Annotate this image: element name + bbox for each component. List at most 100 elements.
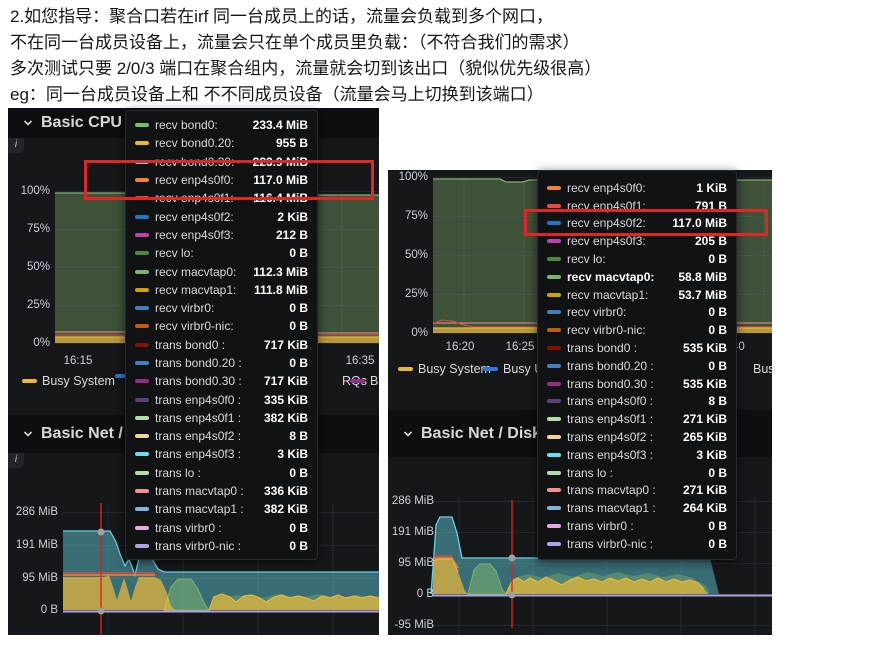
series-value: 0 B (708, 358, 727, 373)
series-name: trans virbr0 : (567, 519, 634, 534)
series-value: 0 B (708, 305, 727, 320)
series-value: 382 KiB (263, 410, 308, 425)
series-value: 212 B (275, 227, 308, 242)
legend-item[interactable]: Busy System (22, 374, 115, 388)
series-name: trans bond0.20 : (567, 358, 654, 373)
series-value: 3 KiB (696, 447, 727, 462)
series-color-dash (135, 123, 149, 128)
series-value: 271 KiB (682, 483, 727, 498)
series-name: recv macvtap1: (567, 287, 649, 302)
legend-label: Busy System (418, 362, 491, 376)
series-value: 0 B (708, 323, 727, 338)
tooltip-row: trans macvtap0 : 271 KiB (547, 482, 727, 500)
series-value: 0 B (289, 246, 308, 261)
series-value: 717 KiB (263, 374, 308, 389)
series-value: 53.7 MiB (678, 287, 727, 302)
series-value: 112.3 MiB (253, 264, 308, 279)
series-value: 8 B (708, 394, 727, 409)
legend-color-dash (483, 367, 498, 371)
legend-item[interactable]: Bus (350, 374, 379, 388)
tooltip-row: recv macvtap0: 112.3 MiB (135, 262, 308, 280)
tooltip-row: trans bond0.20 : 0 B (135, 354, 308, 372)
series-value: 0 B (289, 319, 308, 334)
series-name: trans virbr0-nic : (155, 538, 242, 553)
series-color-dash (547, 506, 561, 511)
x-tick: 16:35 (345, 355, 375, 367)
series-name: trans virbr0-nic : (567, 536, 654, 551)
series-value: 335 KiB (263, 392, 308, 407)
y-tick: 286 MiB (15, 506, 58, 518)
series-color-dash (547, 435, 561, 440)
series-name: trans enp4s0f3 : (155, 447, 242, 462)
series-name: trans macvtap0 : (155, 484, 244, 499)
series-name: recv enp4s0f0: (567, 180, 646, 195)
legend-color-dash (22, 379, 37, 383)
y-tick: 0 B (416, 588, 434, 600)
series-name: trans enp4s0f1 : (155, 410, 242, 425)
series-name: trans enp4s0f0 : (567, 394, 654, 409)
tooltip-row: trans macvtap0 : 336 KiB (135, 482, 308, 500)
series-value: 0 B (708, 252, 727, 267)
series-color-dash (547, 381, 561, 386)
series-value: 58.8 MiB (678, 269, 727, 284)
series-color-dash (135, 287, 149, 292)
tooltip-row: trans enp4s0f3 : 3 KiB (547, 446, 727, 464)
series-name: recv virbr0: (567, 305, 627, 320)
series-color-dash (135, 214, 149, 219)
legend-label: Bus (370, 374, 379, 388)
series-name: trans enp4s0f2 : (567, 430, 654, 445)
series-name: trans enp4s0f0 : (155, 392, 242, 407)
series-name: trans bond0.30 : (567, 376, 654, 391)
series-color-dash (135, 361, 149, 365)
series-value: 0 B (708, 519, 727, 534)
series-name: recv macvtap0: (155, 264, 237, 279)
tooltip-row: trans virbr0-nic : 0 B (135, 537, 308, 555)
legend-item[interactable]: Busy System (398, 362, 491, 376)
series-color-dash (547, 470, 561, 475)
tooltip-row: recv enp4s0f2: 2 KiB (135, 207, 308, 225)
y-tick: 95 MiB (398, 557, 434, 569)
tooltip-row: trans bond0 : 535 KiB (547, 339, 727, 357)
x-tick: 16:20 (445, 341, 475, 353)
tooltip-row: recv lo: 0 B (547, 250, 727, 268)
tooltip-row: recv virbr0: 0 B (135, 299, 308, 317)
series-color-dash (135, 342, 149, 347)
tooltip-row: recv enp4s0f3: 212 B (135, 226, 308, 244)
notes-block: 2.如您指导：聚合口若在irf 同一台成员上的话，流量会负载到多个网口， 不在同… (10, 4, 730, 108)
series-name: recv bond0: (155, 118, 218, 133)
series-color-dash (135, 452, 149, 457)
series-color-dash (135, 543, 149, 548)
series-color-dash (135, 507, 149, 512)
series-name: recv lo: (567, 252, 606, 267)
series-name: trans bond0.30 : (155, 374, 242, 389)
legend-color-dash (350, 379, 365, 383)
series-name: recv enp4s0f3: (567, 234, 646, 249)
series-value: 3 KiB (277, 447, 308, 462)
series-value: 0 B (289, 520, 308, 535)
series-color-dash (547, 203, 561, 208)
note-line: 多次测试只要 2/0/3 端口在聚合组内，流量就会切到该出口（貌似优先级很高） (10, 59, 602, 78)
series-value: 264 KiB (682, 501, 727, 516)
tooltip-row: recv macvtap0: 58.8 MiB (547, 268, 727, 286)
tooltip-row: recv bond0.20: 955 B (135, 134, 308, 152)
series-value: 336 KiB (263, 484, 308, 499)
series-value: 535 KiB (682, 376, 727, 391)
series-value: 2 KiB (277, 209, 308, 224)
y-tick: 0 B (40, 604, 58, 616)
tooltip-row: trans macvtap1 : 264 KiB (547, 499, 727, 517)
series-color-dash (547, 452, 561, 457)
series-color-dash (135, 324, 149, 329)
tooltip-row: recv macvtap1: 53.7 MiB (547, 286, 727, 304)
legend-label: Busy System (42, 374, 115, 388)
legend-color-dash (398, 367, 413, 371)
page: 2.如您指导：聚合口若在irf 同一台成员上的话，流量会负载到多个网口， 不在同… (0, 0, 894, 651)
y-tick: 191 MiB (15, 539, 58, 551)
tooltip-row: recv enp4s0f0: 1 KiB (547, 179, 727, 197)
series-color-dash (547, 239, 561, 244)
tooltip-row: trans virbr0-nic : 0 B (547, 535, 727, 553)
series-value: 0 B (708, 465, 727, 480)
legend-item[interactable]: Busy Ot (733, 362, 772, 376)
series-value: 955 B (275, 136, 308, 151)
y-tick: 50% (26, 261, 50, 273)
series-color-dash (135, 397, 149, 402)
